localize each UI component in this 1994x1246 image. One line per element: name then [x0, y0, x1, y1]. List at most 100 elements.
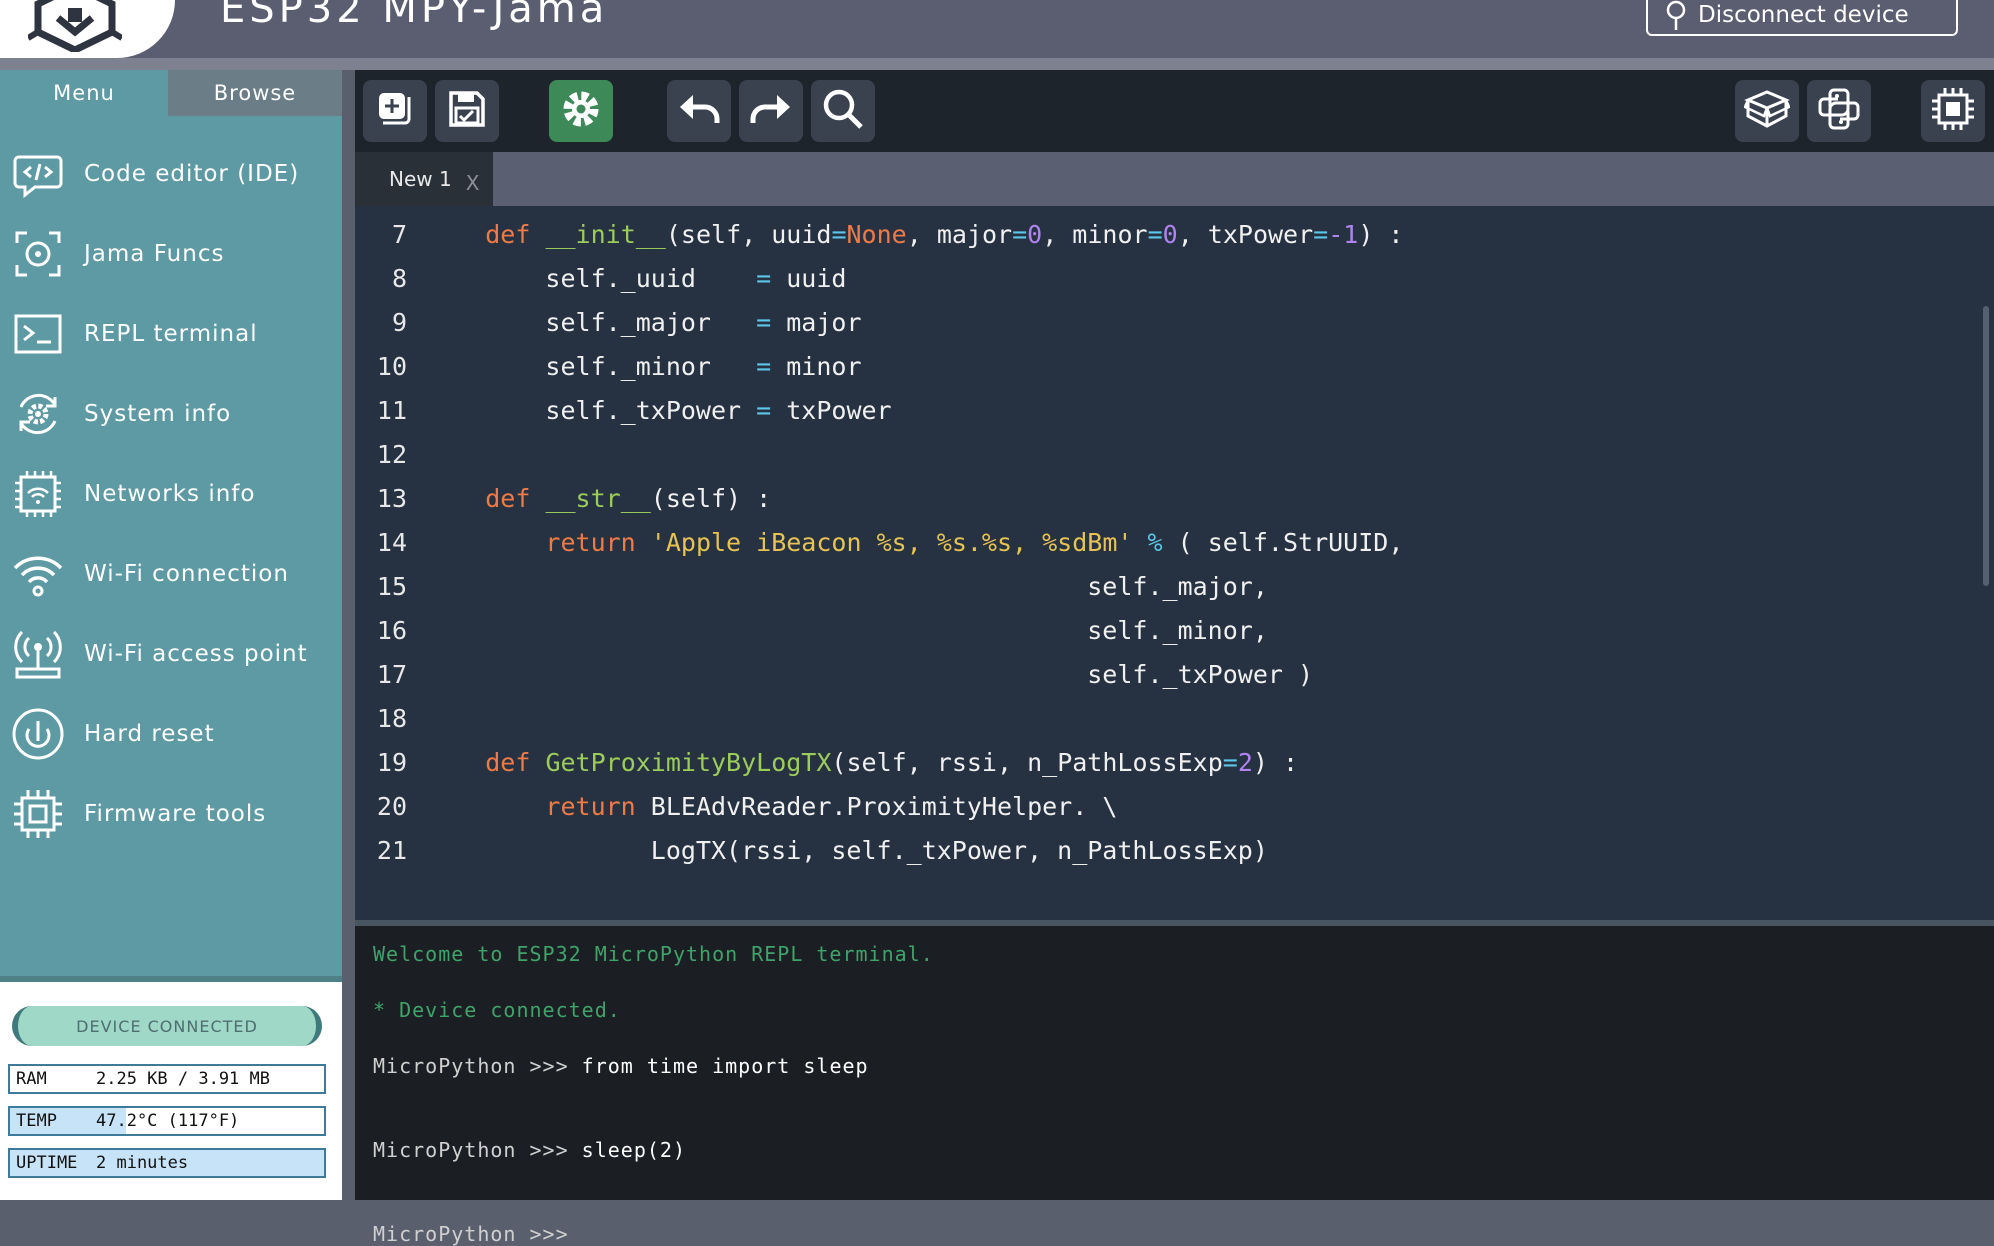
terminal-line: MicroPython >>> from time import sleep: [373, 1054, 869, 1078]
sidebar-item-label: Hard reset: [84, 721, 215, 747]
sidebar-tabs: Menu Browse: [0, 70, 342, 116]
code-text: self._txPower ): [425, 660, 1313, 689]
code-token: , major: [906, 220, 1013, 249]
code-token: major: [771, 308, 862, 337]
tab-menu-label: Menu: [53, 81, 115, 105]
code-token: =: [1147, 220, 1163, 249]
header-divider: [0, 58, 1994, 70]
code-token: txPower: [771, 396, 892, 425]
code-editor[interactable]: 7 def __init__(self, uuid=None, major=0,…: [355, 206, 1994, 920]
new-file-button[interactable]: [363, 80, 427, 142]
terminal-welcome: Welcome to ESP32 MicroPython REPL termin…: [373, 942, 934, 966]
python-icon: [1816, 86, 1862, 136]
uptime-label: UPTIME: [16, 1153, 78, 1173]
code-token: =: [756, 352, 772, 381]
line-number: 17: [376, 660, 407, 689]
code-token: return: [545, 528, 636, 557]
tab-browse[interactable]: Browse: [168, 70, 342, 116]
code-token: (self, uuid: [665, 220, 832, 249]
line-number: 13: [376, 484, 407, 513]
line-number: 10: [376, 352, 407, 381]
editor-scrollbar[interactable]: [1983, 306, 1989, 586]
save-button[interactable]: [435, 80, 499, 142]
chip-icon: [1930, 86, 1976, 136]
sidebar-item-system-info[interactable]: System info: [0, 374, 342, 454]
code-text: def __init__(self, uuid=None, major=0, m…: [425, 220, 1403, 249]
sidebar: Menu Browse Code editor (IDE) Jama Funcs…: [0, 70, 342, 1200]
sidebar-item-wifi-connection[interactable]: Wi-Fi connection: [0, 534, 342, 614]
line-number: 16: [376, 616, 407, 645]
code-token: LogTX(rssi, self._txPower, n_PathLossExp…: [425, 836, 1268, 865]
code-token: def: [485, 220, 531, 249]
new-file-icon: [375, 89, 415, 133]
sidebar-item-networks-info[interactable]: Networks info: [0, 454, 342, 534]
python-button[interactable]: [1807, 80, 1871, 142]
settings-icon: [560, 88, 602, 134]
temp-label: TEMP: [16, 1111, 57, 1131]
code-token: =: [1313, 220, 1329, 249]
code-text: self._minor,: [425, 616, 1268, 645]
code-token: =: [756, 264, 772, 293]
run-settings-button[interactable]: [549, 80, 613, 142]
power-icon: [10, 706, 66, 762]
code-token: __init__: [545, 220, 666, 249]
app-title: ESP32 MPY-Jama: [220, 0, 609, 32]
disconnect-device-button[interactable]: Disconnect device: [1646, 0, 1958, 36]
sidebar-item-label: Wi-Fi access point: [84, 641, 308, 667]
disconnect-device-label: Disconnect device: [1698, 2, 1909, 28]
code-token: =: [1222, 748, 1238, 777]
tab-browse-label: Browse: [213, 81, 297, 105]
repl-terminal[interactable]: Welcome to ESP32 MicroPython REPL termin…: [355, 926, 1994, 1246]
file-tab[interactable]: New 1 X: [355, 152, 493, 206]
chip-icon: [10, 786, 66, 842]
terminal-line: MicroPython >>> sleep(2): [373, 1138, 686, 1162]
terminal-prompt: MicroPython >>>: [373, 1222, 569, 1246]
uptime-stat: UPTIME 2 minutes: [8, 1148, 326, 1178]
terminal-line[interactable]: MicroPython >>>: [373, 1222, 582, 1246]
code-text: self._txPower = txPower: [425, 396, 892, 425]
close-tab-icon[interactable]: X: [466, 171, 480, 195]
code-token: self._txPower ): [425, 660, 1314, 689]
code-token: self._major,: [425, 572, 1268, 601]
uptime-value: 2 minutes: [96, 1153, 189, 1173]
app-logo: [0, 0, 175, 58]
code-token: 0: [1162, 220, 1178, 249]
sidebar-item-jama-funcs[interactable]: Jama Funcs: [0, 214, 342, 294]
sidebar-item-label: System info: [84, 401, 232, 427]
firmware-chip-button[interactable]: [1921, 80, 1985, 142]
access-point-icon: [10, 626, 66, 682]
code-token: (self) :: [650, 484, 772, 513]
package-icon: [1743, 88, 1791, 134]
save-icon: [447, 89, 487, 133]
sidebar-item-repl-terminal[interactable]: REPL terminal: [0, 294, 342, 374]
sidebar-item-firmware-tools[interactable]: Firmware tools: [0, 774, 342, 854]
undo-icon: [677, 91, 721, 131]
package-button[interactable]: [1735, 80, 1799, 142]
code-token: (self, rssi, n_PathLossExp: [831, 748, 1223, 777]
code-token: self._minor,: [425, 616, 1268, 645]
ram-stat: RAM 2.25 KB / 3.91 MB: [8, 1064, 326, 1094]
sidebar-item-wifi-access-point[interactable]: Wi-Fi access point: [0, 614, 342, 694]
code-token: ) :: [1358, 220, 1404, 249]
code-token: , minor: [1042, 220, 1148, 249]
search-button[interactable]: [811, 80, 875, 142]
sidebar-item-label: Wi-Fi connection: [84, 561, 289, 587]
undo-button[interactable]: [667, 80, 731, 142]
code-token: uuid: [771, 264, 847, 293]
redo-button[interactable]: [739, 80, 803, 142]
wifi-icon: [10, 546, 66, 602]
code-token: __str__: [545, 484, 651, 513]
tab-menu[interactable]: Menu: [0, 70, 168, 116]
line-number: 9: [391, 308, 407, 337]
sidebar-item-code-editor[interactable]: Code editor (IDE): [0, 134, 342, 214]
line-number: 7: [391, 220, 407, 249]
app-header: ESP32 MPY-Jama Disconnect device: [0, 0, 1994, 58]
terminal-icon: [10, 306, 66, 362]
line-number: 8: [391, 264, 407, 293]
sidebar-item-hard-reset[interactable]: Hard reset: [0, 694, 342, 774]
